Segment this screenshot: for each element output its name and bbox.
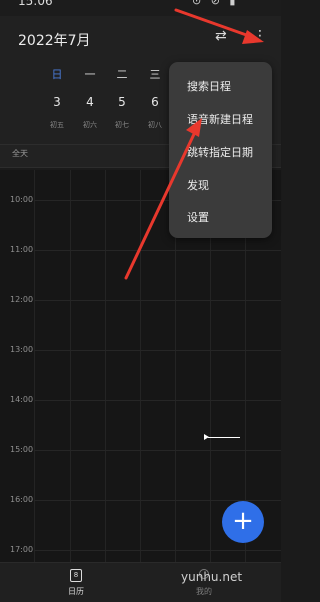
hour-label: 12:00 [10, 295, 34, 304]
lunar-date: 初八 [148, 121, 162, 129]
day-number[interactable]: 3 [47, 95, 67, 109]
lunar-date: 初六 [83, 121, 97, 129]
hour-line [34, 400, 281, 401]
month-title[interactable]: 2022年7月 [18, 30, 91, 50]
weekday-label: 三 [149, 68, 161, 81]
add-event-button[interactable]: + [222, 501, 264, 543]
weekday-label: 日 [51, 68, 63, 81]
menu-item-discover[interactable]: 发现 [187, 177, 209, 193]
hour-label: 11:00 [10, 245, 34, 254]
hour-label: 16:00 [10, 495, 34, 504]
hour-label: 10:00 [10, 195, 34, 204]
day-number[interactable]: 4 [80, 95, 100, 109]
day-number[interactable]: 6 [145, 95, 165, 109]
hour-label: 17:00 [10, 545, 34, 554]
current-time-line [208, 437, 240, 438]
hour-line [34, 450, 281, 451]
nav-calendar-label[interactable]: 日历 [68, 586, 84, 597]
grid-column-divider [34, 170, 35, 562]
grid-column-divider [105, 170, 106, 562]
weekday-label: 一 [84, 68, 96, 81]
hour-line [34, 350, 281, 351]
lunar-date: 初五 [50, 121, 64, 129]
nav-me-label[interactable]: 我的 [196, 586, 212, 597]
watermark: yunhu.net [181, 570, 243, 584]
status-bar: 15:06 ⊙ ⊘ ▮ [0, 0, 281, 16]
day-number[interactable]: 5 [112, 95, 132, 109]
menu-item-search-schedule[interactable]: 搜索日程 [187, 78, 231, 94]
grid-column-divider [140, 170, 141, 562]
swap-arrows-icon[interactable]: ⇄ [215, 28, 227, 44]
calendar-icon[interactable]: 8 [70, 569, 82, 582]
hour-line [34, 300, 281, 301]
hour-label: 14:00 [10, 395, 34, 404]
lunar-date: 初七 [115, 121, 129, 129]
hour-label: 15:00 [10, 445, 34, 454]
hour-label: 13:00 [10, 345, 34, 354]
menu-item-voice-new-schedule[interactable]: 语音新建日程 [187, 111, 253, 127]
hour-line [34, 550, 281, 551]
weekday-label: 二 [116, 68, 128, 81]
status-time: 15:06 [18, 0, 53, 8]
grid-column-divider [70, 170, 71, 562]
status-icons: ⊙ ⊘ ▮ [192, 0, 239, 7]
more-vertical-icon[interactable]: ⋮ [253, 28, 267, 44]
menu-item-settings[interactable]: 设置 [187, 209, 209, 225]
all-day-label: 全天 [12, 149, 28, 158]
menu-item-jump-to-date[interactable]: 跳转指定日期 [187, 144, 253, 160]
hour-line [34, 250, 281, 251]
